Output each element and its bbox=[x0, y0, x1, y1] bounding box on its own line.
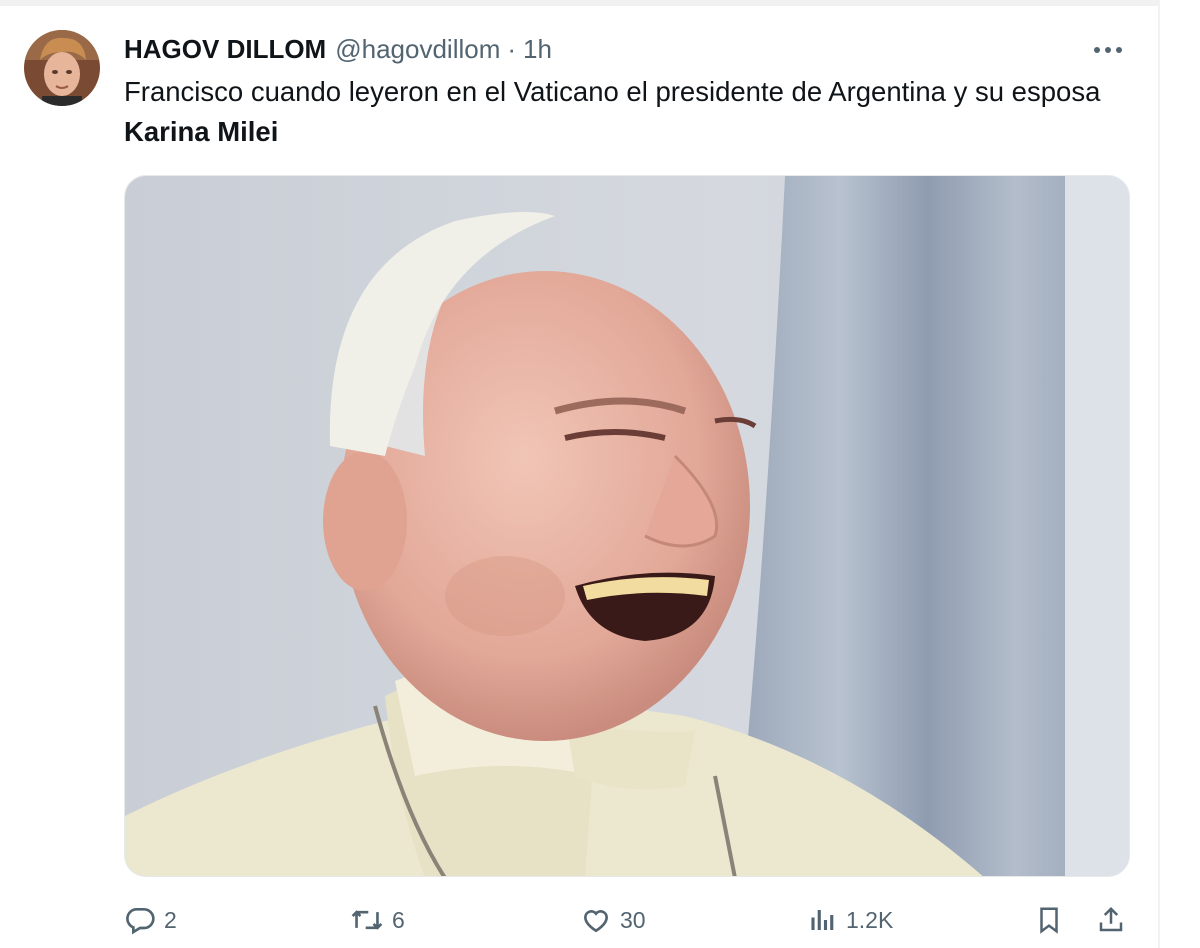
like-count: 30 bbox=[620, 906, 646, 933]
bookmark-icon bbox=[1040, 907, 1058, 934]
top-divider bbox=[0, 0, 1160, 6]
retweet-count: 6 bbox=[392, 906, 405, 933]
timeline-border bbox=[1158, 0, 1160, 948]
views-button[interactable]: 1.2K bbox=[808, 900, 893, 940]
tweet-header: HAGOV DILLOM @hagovdillom · 1h bbox=[124, 32, 552, 66]
bookmark-button[interactable] bbox=[1034, 900, 1064, 940]
views-chart-icon bbox=[811, 910, 834, 930]
share-button[interactable] bbox=[1096, 900, 1126, 940]
separator-dot: · bbox=[507, 33, 517, 64]
timestamp[interactable]: 1h bbox=[523, 34, 552, 65]
avatar-photo bbox=[24, 30, 100, 106]
display-name[interactable]: HAGOV DILLOM bbox=[124, 34, 326, 65]
reply-count: 2 bbox=[164, 906, 177, 933]
action-bar: 2 6 30 1.2K bbox=[124, 900, 1134, 940]
tweet-text: Francisco cuando leyeron en el Vaticano … bbox=[124, 72, 1134, 152]
tweet-text-plain: Francisco cuando leyeron en el Vaticano … bbox=[124, 76, 1101, 107]
tweet-media[interactable] bbox=[124, 175, 1130, 877]
heart-icon bbox=[583, 910, 609, 933]
reply-button[interactable]: 2 bbox=[124, 900, 177, 940]
tweet-text-bold: Karina Milei bbox=[124, 116, 279, 147]
more-icon bbox=[1094, 47, 1122, 53]
views-count: 1.2K bbox=[846, 906, 894, 933]
more-options-button[interactable] bbox=[1090, 36, 1126, 64]
retweet-button[interactable]: 6 bbox=[350, 900, 405, 940]
reply-icon bbox=[126, 908, 155, 935]
avatar[interactable] bbox=[24, 30, 100, 106]
user-handle[interactable]: @hagovdillom bbox=[335, 34, 500, 65]
like-button[interactable]: 30 bbox=[580, 900, 646, 940]
retweet-icon bbox=[351, 910, 383, 930]
photo-image bbox=[125, 176, 1129, 876]
share-icon bbox=[1099, 906, 1123, 932]
